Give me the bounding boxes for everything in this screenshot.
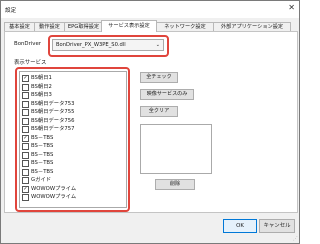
settings-window: 設定 ✕ 基本設定 動作設定 EPG取得設定 サービス表示設定 ネットワーク設定… (0, 0, 300, 244)
close-icon[interactable]: ✕ (288, 4, 295, 12)
video-only-button[interactable]: 映像サービスのみ (140, 89, 194, 100)
bondriver-label: BonDriver (14, 41, 42, 47)
bondriver-highlight (48, 35, 169, 57)
window-title: 設定 (5, 8, 17, 14)
service-detail-box (140, 124, 212, 174)
ok-button[interactable]: OK (223, 219, 257, 233)
title-bar: 設定 ✕ (1, 1, 299, 18)
cancel-button[interactable]: キャンセル (259, 219, 295, 233)
delete-button[interactable]: 削除 (155, 179, 195, 190)
service-settings-panel: BonDriver BonDriver_PX_W3PE_S0.dll ⌄ 表示サ… (4, 31, 298, 213)
check-all-button[interactable]: 全チェック (140, 72, 178, 83)
service-list-highlight (15, 67, 130, 212)
services-label: 表示サービス (14, 60, 47, 66)
clear-all-button[interactable]: 全クリア (140, 106, 178, 117)
tab-service-display[interactable]: サービス表示設定 (101, 20, 157, 32)
resize-grip-icon[interactable]: ⋰ (293, 236, 298, 242)
